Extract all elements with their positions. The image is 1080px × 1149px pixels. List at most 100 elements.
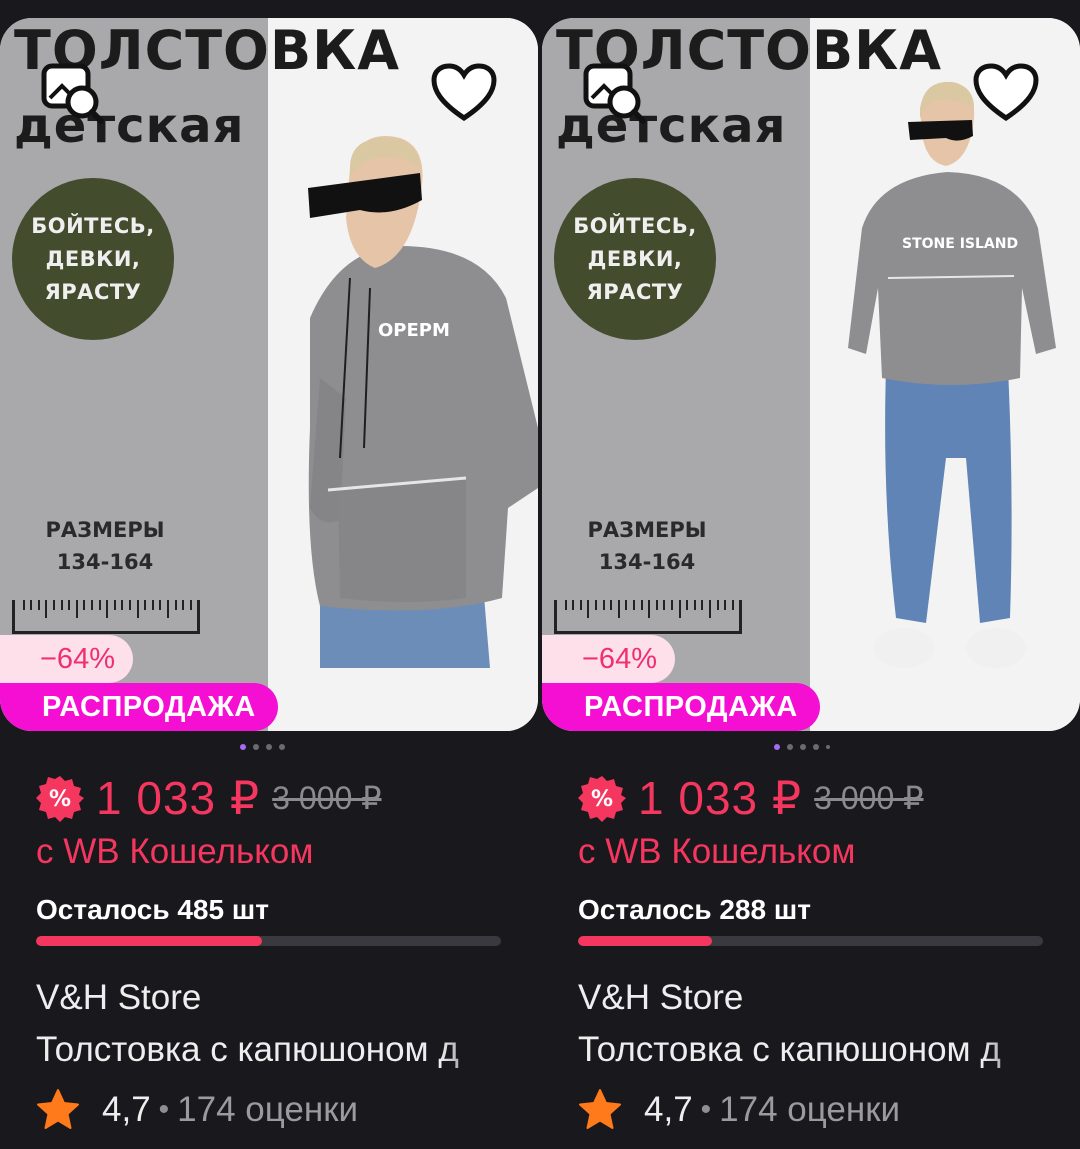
- ruler-tick: [579, 600, 582, 610]
- ruler-tick: [182, 600, 185, 610]
- ruler-graphic: [12, 600, 200, 634]
- price-row: % 1 033 ₽ 3 000 ₽: [36, 770, 382, 826]
- carousel-dot: [787, 744, 793, 750]
- discount-badge: −64%: [0, 635, 133, 683]
- image-search-icon[interactable]: [38, 58, 106, 126]
- stock-remaining: Осталось 485 шт: [36, 894, 269, 925]
- product-name[interactable]: Толстовка с капюшоном д: [578, 1028, 1048, 1072]
- ruler-tick: [678, 600, 681, 618]
- product-card-2[interactable]: ТОЛСТОВКА детская БОЙТЕСЬ, ДЕВКИ, ЯРАСТУ…: [542, 0, 1080, 1149]
- current-price: 1 033 ₽: [96, 772, 261, 824]
- ruler-tick: [572, 600, 575, 610]
- wallet-discount-icon: %: [36, 776, 84, 822]
- ruler-tick: [671, 600, 673, 610]
- heart-icon[interactable]: [430, 62, 498, 124]
- ruler-tick: [45, 600, 48, 618]
- ruler-tick: [693, 600, 696, 610]
- ruler-tick: [595, 600, 597, 610]
- separator-dot: •: [700, 1093, 712, 1126]
- carousel-dot: [826, 745, 830, 749]
- ruler-tick: [121, 600, 124, 610]
- ruler-tick: [30, 600, 33, 610]
- ruler-tick: [587, 600, 590, 618]
- sale-badge: РАСПРОДАЖА: [542, 683, 820, 731]
- carousel-dots: [774, 744, 830, 750]
- old-price: 3 000 ₽: [272, 780, 382, 816]
- reviews-count[interactable]: 174 оценки: [719, 1088, 900, 1132]
- product-image[interactable]: ТОЛСТОВКА детская БОЙТЕСЬ, ДЕВКИ, ЯРАСТУ…: [542, 18, 1080, 731]
- stock-remaining: Осталось 288 шт: [578, 894, 811, 925]
- product-name[interactable]: Толстовка с капюшоном д: [36, 1028, 506, 1072]
- heart-icon[interactable]: [972, 62, 1040, 124]
- carousel-dot: [266, 744, 272, 750]
- ruler-tick: [655, 600, 658, 610]
- ruler-tick: [174, 600, 177, 610]
- product-card-1[interactable]: ТОЛСТОВКА детская БОЙТЕСЬ, ДЕВКИ, ЯРАСТУ…: [0, 0, 538, 1149]
- ruler-tick: [724, 600, 727, 610]
- carousel-dot: [813, 744, 819, 750]
- carousel-dot: [279, 744, 285, 750]
- ruler-tick: [68, 600, 71, 610]
- ruler-tick: [53, 600, 55, 610]
- ruler-graphic: [554, 600, 742, 634]
- stock-progress-fill: [578, 936, 712, 946]
- ruler-tick: [610, 600, 613, 610]
- ruler-tick: [22, 600, 25, 610]
- svg-text:%: %: [591, 787, 613, 812]
- ruler-tick: [686, 600, 689, 610]
- stock-progress-bar: [578, 936, 1043, 946]
- carousel-dots: [240, 744, 285, 750]
- ruler-tick: [83, 600, 86, 610]
- brand-name[interactable]: V&H Store: [36, 976, 201, 1020]
- ruler-tick: [625, 600, 628, 610]
- rating-value: 4,7: [644, 1090, 693, 1129]
- product-image[interactable]: ТОЛСТОВКА детская БОЙТЕСЬ, ДЕВКИ, ЯРАСТУ…: [0, 18, 538, 731]
- image-search-icon[interactable]: [580, 58, 648, 126]
- brand-name[interactable]: V&H Store: [578, 976, 743, 1020]
- ruler-tick: [731, 600, 734, 610]
- price-row: % 1 033 ₽ 3 000 ₽: [578, 770, 924, 826]
- wallet-note: с WB Кошельком: [36, 832, 314, 871]
- carousel-dot: [774, 744, 780, 750]
- wallet-note: с WB Кошельком: [578, 832, 856, 871]
- stock-progress-bar: [36, 936, 501, 946]
- ruler-tick: [144, 600, 147, 610]
- old-price: 3 000 ₽: [814, 780, 924, 816]
- separator-dot: •: [158, 1093, 170, 1126]
- slogan-badge: БОЙТЕСЬ, ДЕВКИ, ЯРАСТУ: [554, 178, 716, 340]
- ruler-tick: [617, 600, 620, 618]
- ruler-tick: [602, 600, 605, 610]
- chest-print: STONE ISLAND: [902, 236, 1018, 252]
- ruler-tick: [159, 600, 162, 610]
- ruler-tick: [167, 600, 169, 618]
- ruler-tick: [564, 600, 567, 610]
- ruler-tick: [113, 600, 116, 610]
- boy-in-hoodie-photo: OPEPM: [308, 136, 538, 668]
- ruler-tick: [151, 600, 154, 610]
- ruler-tick: [709, 600, 711, 618]
- ruler-tick: [716, 600, 719, 610]
- wallet-discount-icon: %: [578, 776, 626, 822]
- boy-full-length-photo: STONE ISLAND: [848, 81, 1056, 668]
- ruler-tick: [75, 600, 78, 618]
- ruler-tick: [189, 600, 192, 610]
- ruler-tick: [701, 600, 704, 610]
- stock-progress-fill: [36, 936, 262, 946]
- ruler-tick: [60, 600, 63, 610]
- ruler-tick: [37, 600, 40, 610]
- star-icon: [579, 1089, 621, 1129]
- reviews-count[interactable]: 174 оценки: [177, 1088, 358, 1132]
- ruler-tick: [98, 600, 101, 610]
- current-price: 1 033 ₽: [638, 772, 803, 824]
- slogan-badge: БОЙТЕСЬ, ДЕВКИ, ЯРАСТУ: [12, 178, 174, 340]
- sizes-text: РАЗМЕРЫ 134-164: [587, 518, 707, 574]
- sale-badge: РАСПРОДАЖА: [0, 683, 278, 731]
- chest-print: OPEPM: [378, 320, 450, 341]
- ruler-tick: [663, 600, 666, 610]
- slogan-text: БОЙТЕСЬ, ДЕВКИ, ЯРАСТУ: [31, 213, 155, 304]
- ruler-tick: [129, 600, 131, 610]
- ruler-tick: [106, 600, 109, 618]
- ruler-tick: [633, 600, 635, 610]
- ruler-tick: [648, 600, 651, 618]
- carousel-dot: [240, 744, 246, 750]
